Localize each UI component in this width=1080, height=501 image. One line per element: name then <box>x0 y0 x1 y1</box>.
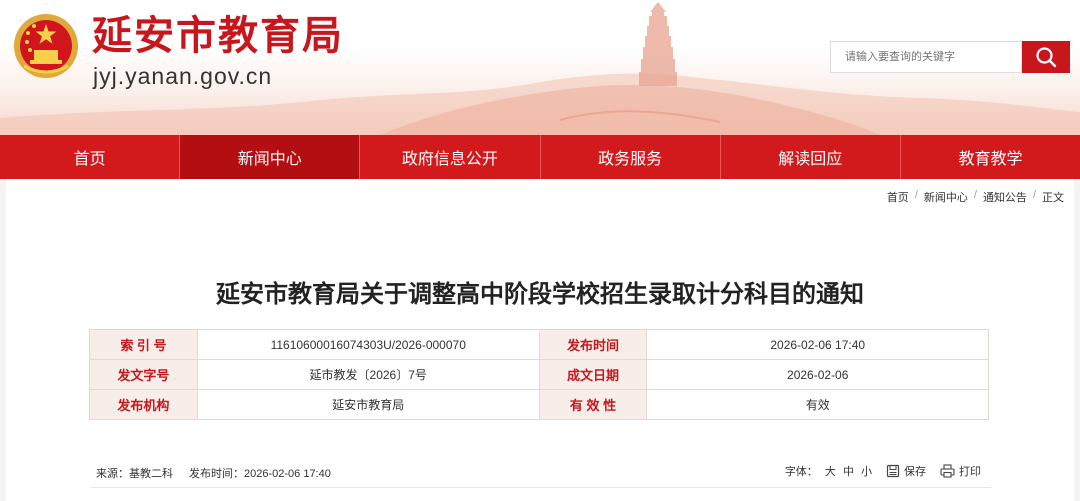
index-label: 索 引 号 <box>89 329 198 360</box>
validity-label: 有 效 性 <box>538 389 648 420</box>
publish-time-value: 2026-02-06 17:40 <box>646 329 989 360</box>
nav-item-home[interactable]: 首页 <box>0 135 181 179</box>
pagoda-icon <box>639 2 677 86</box>
save-label: 保存 <box>904 466 926 478</box>
publish-time-label: 发布时间 <box>538 329 648 360</box>
national-emblem-icon <box>14 14 78 78</box>
font-size-small[interactable]: 小 <box>861 466 872 478</box>
breadcrumb: 首页 / 新闻中心 / 通知公告 / 正文 <box>887 189 1064 205</box>
nav-item-gov-info[interactable]: 政府信息公开 <box>360 135 541 179</box>
font-size-large[interactable]: 大 <box>825 466 836 478</box>
article-tools: 字体： 大 中 小 保存 打印 <box>785 463 981 479</box>
created-date-label: 成文日期 <box>538 359 648 390</box>
site-header: 延安市教育局 jyj.yanan.gov.cn <box>0 0 1080 135</box>
breadcrumb-current: 正文 <box>1042 192 1064 204</box>
font-size-control: 字体： 大 中 小 <box>785 463 872 479</box>
document-meta-table: 索 引 号 11610600016074303U/2026-000070 发布时… <box>89 329 989 420</box>
search-input[interactable] <box>830 41 1022 73</box>
doc-no-label: 发文字号 <box>89 359 198 390</box>
article-title: 延安市教育局关于调整高中阶段学校招生录取计分科目的通知 <box>216 280 864 308</box>
article-source-info: 来源：基教二科 发布时间：2026-02-06 17:40 <box>96 465 331 481</box>
breadcrumb-separator: / <box>1032 189 1036 201</box>
save-button[interactable]: 保存 <box>886 463 926 479</box>
breadcrumb-separator: / <box>973 189 977 201</box>
search-icon <box>1036 47 1057 68</box>
site-title: 延安市教育局 <box>92 13 344 59</box>
main-nav: 首页 新闻中心 政府信息公开 政务服务 解读回应 教育教学 <box>0 135 1080 179</box>
org-value: 延安市教育局 <box>196 389 540 420</box>
print-button[interactable]: 打印 <box>940 463 981 479</box>
table-row: 发文字号 延市教发〔2026〕7号 成文日期 2026-02-06 <box>89 359 989 390</box>
doc-no-value: 延市教发〔2026〕7号 <box>196 359 540 390</box>
nav-item-news[interactable]: 新闻中心 <box>180 135 361 179</box>
font-size-label: 字体： <box>784 466 818 478</box>
breadcrumb-news[interactable]: 新闻中心 <box>924 189 968 205</box>
nav-item-education[interactable]: 教育教学 <box>901 135 1080 179</box>
org-label: 发布机构 <box>89 389 198 420</box>
created-date-value: 2026-02-06 <box>646 359 989 390</box>
article-content: 首页 / 新闻中心 / 通知公告 / 正文 延安市教育局关于调整高中阶段学校招生… <box>6 179 1074 501</box>
publish-time-text: 发布时间：2026-02-06 17:40 <box>189 468 331 480</box>
nav-item-interpretation[interactable]: 解读回应 <box>721 135 901 179</box>
font-size-medium[interactable]: 中 <box>843 466 854 478</box>
divider <box>91 487 991 488</box>
table-row: 发布机构 延安市教育局 有 效 性 有效 <box>89 389 989 420</box>
breadcrumb-home[interactable]: 首页 <box>887 189 909 205</box>
save-icon <box>886 464 900 478</box>
nav-item-services[interactable]: 政务服务 <box>541 135 721 179</box>
table-row: 索 引 号 11610600016074303U/2026-000070 发布时… <box>89 329 989 360</box>
site-domain: jyj.yanan.gov.cn <box>93 63 273 89</box>
breadcrumb-separator: / <box>914 189 918 201</box>
search-button[interactable] <box>1022 41 1070 73</box>
breadcrumb-notices[interactable]: 通知公告 <box>983 189 1027 205</box>
printer-icon <box>940 464 955 478</box>
index-value: 11610600016074303U/2026-000070 <box>196 329 540 360</box>
source-text: 来源：基教二科 <box>96 468 173 480</box>
print-label: 打印 <box>959 466 981 478</box>
validity-value: 有效 <box>646 389 989 420</box>
